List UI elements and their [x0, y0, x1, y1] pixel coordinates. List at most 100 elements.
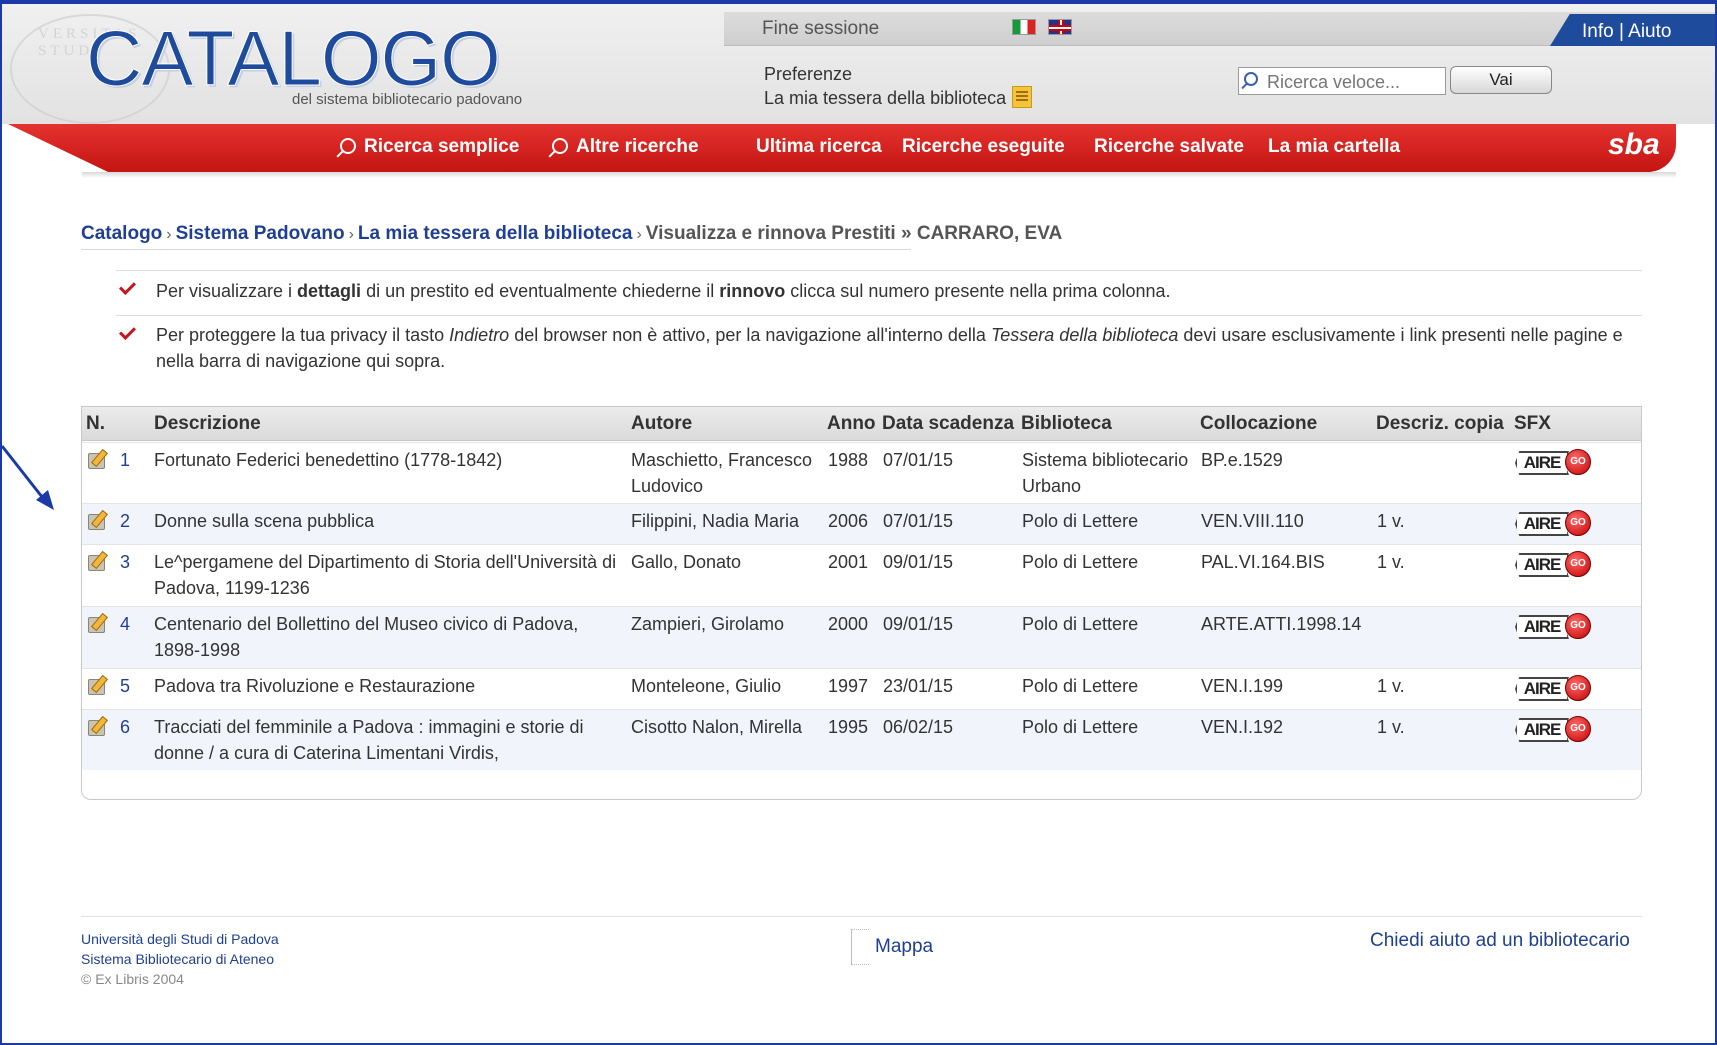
checkmark-icon: [120, 324, 134, 338]
col-n: N.: [86, 413, 105, 434]
vai-button[interactable]: Vai: [1450, 66, 1552, 94]
cell-collocazione: VEN.VIII.110: [1201, 511, 1304, 531]
table-row: 5 Padova tra Rivoluzione e Restaurazione M…: [82, 668, 1641, 709]
preferenze-link[interactable]: Preferenze: [764, 62, 1032, 86]
loan-number-link[interactable]: 3: [120, 552, 130, 572]
cell-scadenza: 09/01/15: [883, 552, 954, 572]
aire-logo-icon: AIRE: [1515, 718, 1569, 742]
logout-link[interactable]: Fine sessione: [762, 18, 879, 40]
cell-descrizione: Donne sulla scena pubblica: [154, 511, 375, 531]
nav-ricerche-salvate[interactable]: Ricerche salvate: [1094, 136, 1244, 158]
aire-logo-icon: AIRE: [1515, 677, 1569, 701]
aire-logo-icon: AIRE: [1515, 553, 1569, 577]
breadcrumb-divider: [81, 249, 911, 250]
cell-copia: 1 v.: [1377, 511, 1405, 531]
go-icon: GO: [1565, 449, 1591, 475]
footer-sistema-link[interactable]: Sistema Bibliotecario di Ateneo: [81, 949, 279, 969]
mappa-link[interactable]: Mappa: [851, 927, 933, 967]
breadcrumb-sistema-padovano[interactable]: Sistema Padovano: [176, 223, 345, 244]
breadcrumb-tessera[interactable]: La mia tessera della biblioteca: [358, 223, 633, 244]
search-icon: [340, 138, 356, 154]
sfx-aire-button[interactable]: AIRE GO: [1515, 716, 1593, 744]
go-icon: GO: [1565, 551, 1591, 577]
breadcrumb-user-sep: »: [901, 223, 912, 244]
sfx-aire-button[interactable]: AIRE GO: [1515, 551, 1593, 579]
cell-anno: 1997: [828, 676, 869, 696]
table-row: 2 Donne sulla scena pubblica Filippini, Na…: [82, 503, 1641, 544]
quick-search-input[interactable]: [1238, 67, 1446, 95]
aire-logo-icon: AIRE: [1515, 615, 1569, 639]
loan-number-link[interactable]: 6: [120, 717, 130, 737]
cell-anno: 2006: [828, 511, 869, 531]
sfx-aire-button[interactable]: AIRE GO: [1515, 675, 1593, 703]
italian-flag-icon[interactable]: [1012, 19, 1036, 35]
loan-number-link[interactable]: 1: [120, 450, 130, 470]
info-link[interactable]: Info: [1582, 21, 1614, 42]
col-autore: Autore: [631, 413, 693, 434]
edit-loan-icon[interactable]: [86, 510, 108, 530]
edit-loan-icon[interactable]: [86, 675, 108, 695]
cell-biblioteca: Polo di Lettere: [1022, 676, 1139, 696]
search-icon: [552, 138, 568, 154]
table-header: N. Descrizione Autore Anno Data scadenza…: [82, 407, 1641, 441]
footer-divider: [81, 916, 1642, 917]
sfx-aire-button[interactable]: AIRE GO: [1515, 449, 1593, 477]
sfx-aire-button[interactable]: AIRE GO: [1515, 510, 1593, 538]
card-icon[interactable]: [1012, 86, 1033, 108]
checkmark-icon: [120, 279, 134, 293]
english-flag-icon[interactable]: [1048, 19, 1072, 35]
edit-loan-icon[interactable]: [86, 716, 108, 736]
edit-loan-icon[interactable]: [86, 551, 108, 571]
cell-anno: 2001: [828, 552, 869, 572]
cell-descrizione: Fortunato Federici benedettino (1778-184…: [154, 450, 503, 470]
col-anno: Anno: [827, 413, 876, 434]
loan-number-link[interactable]: 5: [120, 676, 130, 696]
sitemap-icon: [851, 929, 869, 965]
col-biblioteca: Biblioteca: [1021, 413, 1112, 434]
aire-logo-icon: AIRE: [1515, 512, 1569, 536]
loan-number-link[interactable]: 2: [120, 511, 130, 531]
go-icon: GO: [1565, 675, 1591, 701]
edit-loan-icon[interactable]: [86, 613, 108, 633]
loans-table: N. Descrizione Autore Anno Data scadenza…: [81, 406, 1642, 800]
footer-university-link[interactable]: Università degli Studi di Padova: [81, 929, 279, 949]
col-descriz-copia: Descriz. copia: [1376, 413, 1504, 434]
sfx-aire-button[interactable]: AIRE GO: [1515, 613, 1593, 641]
cell-biblioteca: Polo di Lettere: [1022, 614, 1139, 634]
aire-logo-icon: AIRE: [1515, 451, 1569, 475]
cell-collocazione: VEN.I.192: [1201, 717, 1284, 737]
nav-shadow: [82, 172, 1676, 178]
cell-biblioteca: Sistema bibliotecario Urbano: [1022, 450, 1189, 496]
nav-ultima-ricerca[interactable]: Ultima ricerca: [756, 136, 882, 158]
tessera-link[interactable]: La mia tessera della biblioteca: [764, 88, 1006, 108]
cell-biblioteca: Polo di Lettere: [1022, 511, 1139, 531]
nav-ricerche-eseguite[interactable]: Ricerche eseguite: [902, 136, 1065, 158]
col-data-scadenza: Data scadenza: [882, 413, 1015, 434]
cell-autore: Filippini, Nadia Maria: [631, 511, 800, 531]
cell-biblioteca: Polo di Lettere: [1022, 717, 1139, 737]
aiuto-link[interactable]: Aiuto: [1628, 21, 1671, 42]
footer-copyright: © Ex Libris 2004: [81, 971, 184, 987]
loan-number-link[interactable]: 4: [120, 614, 130, 634]
col-descrizione: Descrizione: [154, 413, 261, 434]
cell-autore: Zampieri, Girolamo: [631, 614, 785, 634]
cell-autore: Gallo, Donato: [631, 552, 742, 572]
cell-scadenza: 23/01/15: [883, 676, 954, 696]
table-row: 6 Tracciati del femminile a Padova : imma…: [82, 709, 1641, 770]
sba-logo: sba: [1608, 128, 1660, 161]
cell-copia: 1 v.: [1377, 676, 1405, 696]
info-note-privacy: Per proteggere la tua privacy il tasto I…: [116, 315, 1642, 371]
edit-loan-icon[interactable]: [86, 449, 108, 469]
breadcrumb-current: Visualizza e rinnova Prestiti: [645, 223, 896, 244]
go-icon: GO: [1565, 613, 1591, 639]
ask-librarian-link[interactable]: Chiedi aiuto ad un bibliotecario: [1370, 930, 1630, 952]
catalogo-logo[interactable]: CATALOGO: [86, 18, 502, 99]
nav-la-mia-cartella[interactable]: La mia cartella: [1268, 136, 1400, 158]
cell-scadenza: 07/01/15: [883, 450, 954, 470]
nav-altre-ricerche[interactable]: Altre ricerche: [552, 136, 699, 158]
breadcrumb: Catalogo › Sistema Padovano › La mia tessera…: [81, 223, 1063, 244]
nav-ricerca-semplice[interactable]: Ricerca semplice: [340, 136, 519, 158]
breadcrumb-catalogo[interactable]: Catalogo: [81, 223, 162, 244]
cell-anno: 2000: [828, 614, 869, 634]
info-aiuto-separator: |: [1613, 21, 1629, 42]
